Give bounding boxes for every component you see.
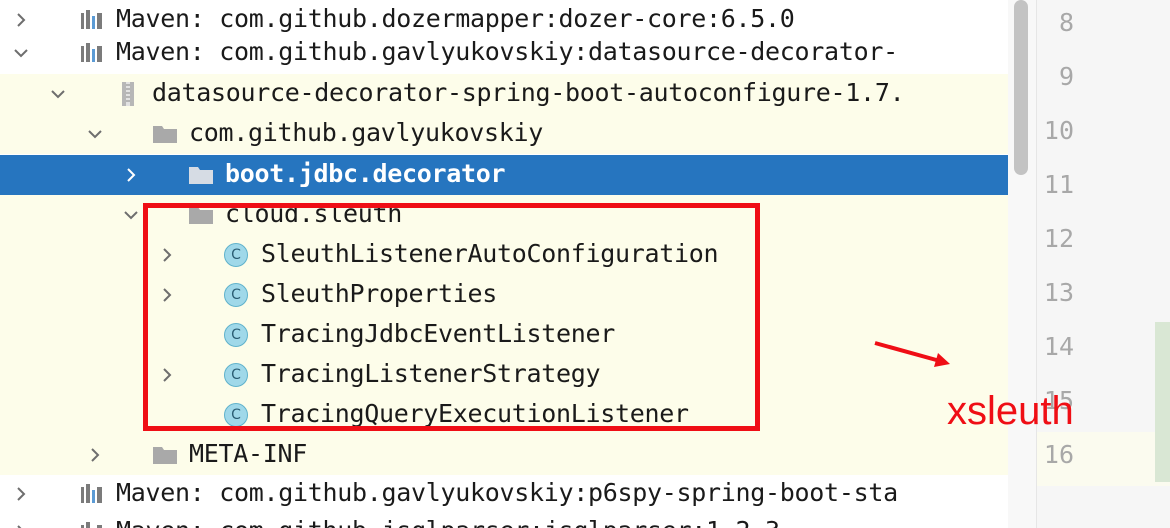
line-number: 10 xyxy=(1043,116,1074,145)
tree-row[interactable]: Maven: com.github.jsqlparser:jsqlparser:… xyxy=(0,512,1008,528)
tree-row[interactable]: META-INF xyxy=(0,435,1008,475)
annotation-text: xsleuth xyxy=(947,389,1074,433)
tree-row-label: boot.jdbc.decorator xyxy=(225,159,506,188)
line-number: 12 xyxy=(1043,224,1074,253)
chevron-right-icon[interactable] xyxy=(13,524,29,528)
line-number: 8 xyxy=(1058,8,1074,37)
tree-row[interactable]: Maven: com.github.gavlyukovskiy:datasour… xyxy=(0,33,1008,73)
tree-row-label: com.github.gavlyukovskiy xyxy=(189,118,544,147)
tree-row-label: datasource-decorator-spring-boot-autocon… xyxy=(152,78,905,107)
tree-row[interactable]: Maven: com.github.gavlyukovskiy:p6spy-sp… xyxy=(0,474,1008,514)
tree-row-label: Maven: com.github.dozermapper:dozer-core… xyxy=(116,4,795,33)
tree-row-label: Maven: com.github.gavlyukovskiy:datasour… xyxy=(116,37,898,66)
chevron-right-icon[interactable] xyxy=(87,447,103,463)
library-icon xyxy=(80,43,104,63)
annotation-highlight-box xyxy=(143,203,760,431)
chevron-right-icon[interactable] xyxy=(13,486,29,502)
chevron-right-icon[interactable] xyxy=(13,12,29,28)
line-number: 13 xyxy=(1043,278,1074,307)
line-number: 16 xyxy=(1043,440,1074,469)
chevron-down-icon[interactable] xyxy=(87,126,103,142)
chevron-down-icon[interactable] xyxy=(13,45,29,61)
tree-row-label: Maven: com.github.jsqlparser:jsqlparser:… xyxy=(116,514,780,528)
tree-row-label: Maven: com.github.gavlyukovskiy:p6spy-sp… xyxy=(116,478,898,507)
folder-icon xyxy=(152,124,178,144)
library-icon xyxy=(80,522,104,528)
line-number: 11 xyxy=(1043,170,1074,199)
jar-icon xyxy=(120,81,136,107)
line-number: 14 xyxy=(1043,332,1074,361)
library-icon xyxy=(80,10,104,30)
editor-gutter: 8 9 10 11 12 13 14 15 16 xyxy=(1036,0,1170,528)
vcs-change-marker xyxy=(1155,322,1170,482)
library-icon xyxy=(80,484,104,504)
line-number: 9 xyxy=(1058,62,1074,91)
chevron-down-icon[interactable] xyxy=(50,86,66,102)
chevron-down-icon[interactable] xyxy=(123,207,139,223)
chevron-right-icon[interactable] xyxy=(123,167,139,183)
tree-row[interactable]: boot.jdbc.decorator xyxy=(0,155,1008,195)
folder-icon xyxy=(188,165,214,185)
annotation-arrow xyxy=(874,341,950,367)
tree-row[interactable]: com.github.gavlyukovskiy xyxy=(0,114,1008,154)
folder-icon xyxy=(152,445,178,465)
tree-row[interactable]: datasource-decorator-spring-boot-autocon… xyxy=(0,74,1008,114)
scrollbar-thumb[interactable] xyxy=(1014,0,1028,175)
tree-row-label: META-INF xyxy=(189,439,308,468)
